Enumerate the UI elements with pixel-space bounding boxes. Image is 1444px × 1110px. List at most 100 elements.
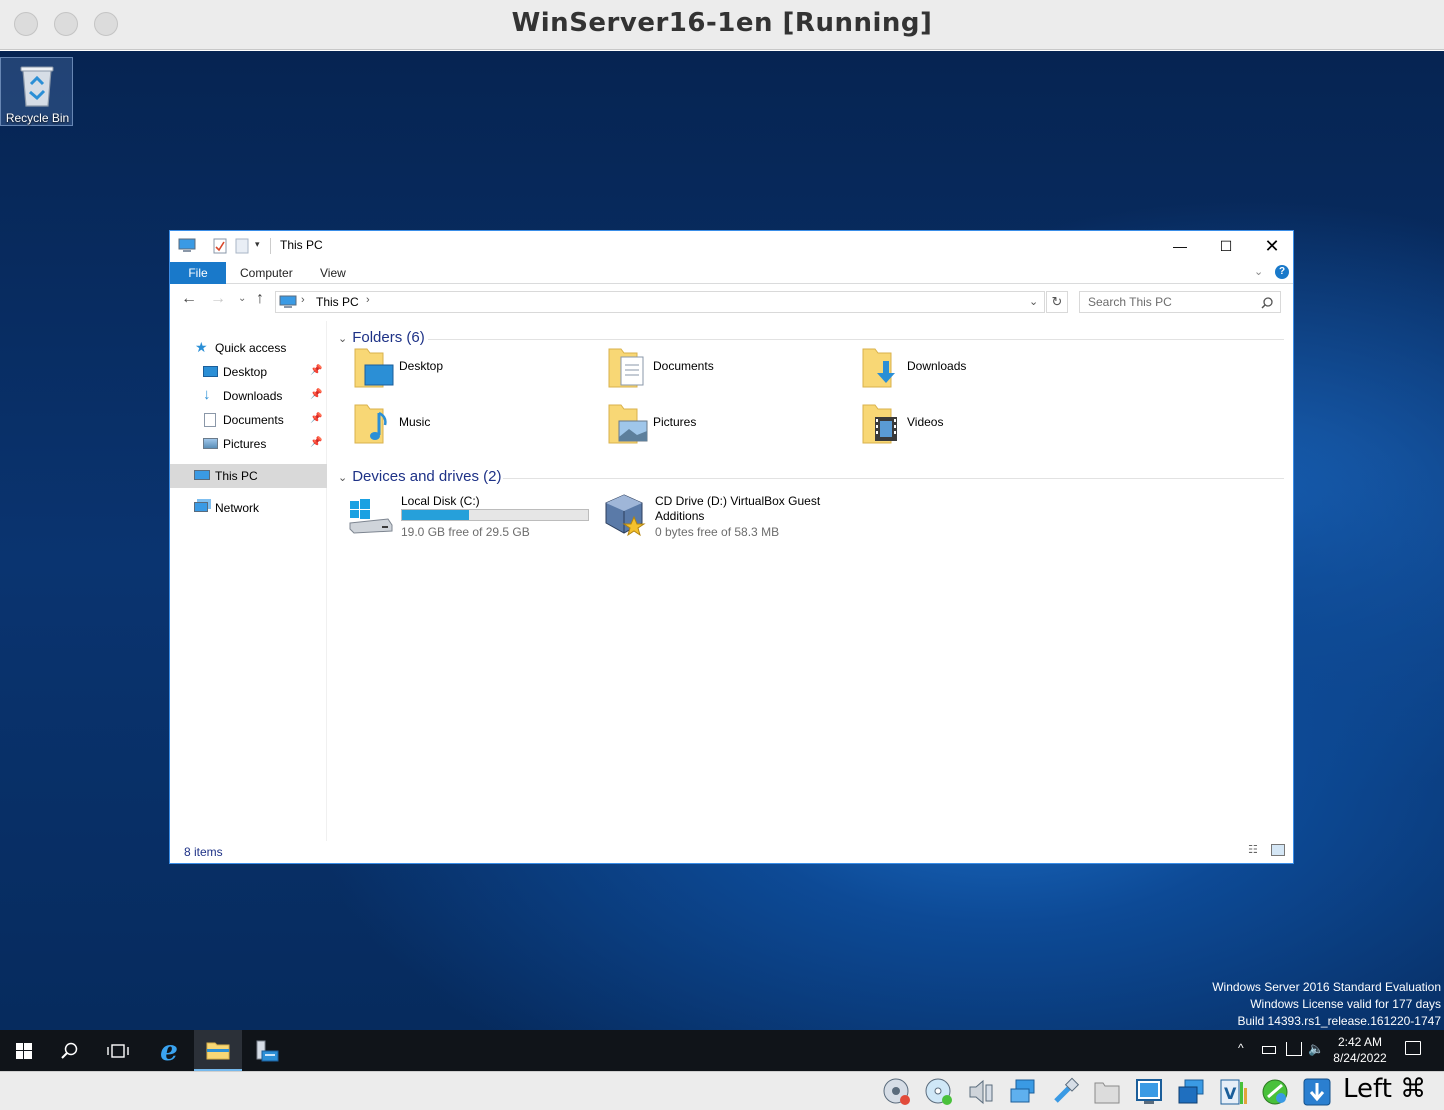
virtualbox-cd-icon [605,494,646,537]
folder-pictures[interactable]: Pictures [607,401,847,451]
expand-ribbon-chevron-icon[interactable]: ⌄ [1254,265,1263,278]
search-icon [61,1042,78,1059]
file-explorer-taskbar-button[interactable] [194,1030,242,1071]
downloads-folder-icon [862,348,895,388]
breadcrumb-separator-icon: › [301,294,305,306]
star-icon: ★ [195,339,208,355]
server-manager-button[interactable] [243,1030,291,1071]
audio-icon[interactable] [966,1077,996,1107]
hard-disk-activity-icon[interactable] [882,1077,912,1107]
folder-downloads[interactable]: Downloads [861,345,1101,395]
address-bar[interactable]: › This PC › ⌄ [275,291,1045,313]
watermark-build: Build 14393.rs1_release.161220-1747 [1237,1014,1442,1028]
show-hidden-icons-chevron-icon[interactable]: ^ [1238,1041,1244,1055]
new-folder-icon[interactable] [235,238,249,254]
customize-toolbar-chevron-icon[interactable]: ▾ [255,239,260,250]
internet-explorer-button[interactable]: e [145,1030,193,1071]
search-icon[interactable] [1261,297,1273,309]
folder-music[interactable]: Music [353,401,593,451]
keyboard-capture-icon[interactable] [1302,1077,1332,1107]
pictures-folder-icon [608,404,648,444]
host-window-title: WinServer16-1en [Running] [511,8,933,38]
collapse-chevron-icon: ⌄ [338,333,348,345]
shared-folders-icon[interactable] [1092,1077,1122,1107]
collapse-chevron-icon: ⌄ [338,472,348,484]
pin-icon[interactable]: 📌 [310,437,322,448]
pin-icon[interactable]: 📌 [310,365,322,376]
pin-icon[interactable]: 📌 [310,389,322,400]
minimize-button[interactable]: — [1157,231,1203,261]
maximize-button[interactable]: ☐ [1203,231,1249,261]
tab-file[interactable]: File [170,262,226,284]
tab-view[interactable]: View [320,262,346,284]
refresh-icon[interactable]: ↻ [1046,291,1068,313]
drive-usage-bar [401,509,589,521]
divider [503,478,1284,479]
mouse-integration-icon[interactable] [1260,1077,1290,1107]
search-input[interactable]: Search This PC [1079,291,1281,313]
folder-label: Videos [907,415,944,429]
help-icon[interactable]: ? [1275,265,1289,279]
forward-arrow-icon[interactable]: → [210,290,226,308]
pictures-icon [203,438,218,449]
action-center-icon[interactable] [1405,1041,1421,1055]
nav-this-pc[interactable]: This PC [170,464,327,488]
task-view-button[interactable] [94,1030,142,1071]
drive-local-disk-c[interactable]: Local Disk (C:) 19.0 GB free of 29.5 GB [348,491,598,541]
tab-computer[interactable]: Computer [240,262,293,284]
videos-folder-icon [862,404,897,444]
folder-desktop[interactable]: Desktop [353,345,593,395]
virtualbox-status-bar: V Left ⌘ [0,1071,1444,1110]
network-adapter-icon[interactable] [1008,1077,1038,1107]
drive-cd-d[interactable]: CD Drive (D:) VirtualBox Guest Additions… [602,491,852,541]
breadcrumb-this-pc[interactable]: This PC [316,295,359,309]
nav-label: Network [215,501,260,515]
drive-free-space: 19.0 GB free of 29.5 GB [401,525,530,539]
search-button[interactable] [46,1030,94,1071]
drive-name: CD Drive (D:) VirtualBox Guest [655,494,821,508]
details-view-icon[interactable]: ☷ [1248,843,1264,857]
folder-label: Music [399,415,431,429]
drive-name-continued: Additions [655,509,705,523]
display-icon[interactable] [1134,1077,1164,1107]
desktop-folder-icon [354,348,394,388]
nav-quick-access[interactable]: ★ Quick access [170,336,327,360]
nav-downloads[interactable]: ↓ Downloads 📌 [170,384,327,408]
nav-label: Pictures [223,437,267,451]
close-button[interactable]: ✕ [1249,231,1295,261]
file-explorer-icon [206,1042,230,1059]
address-dropdown-chevron-icon[interactable]: ⌄ [1029,295,1038,308]
clock[interactable]: 2:42 AM 8/24/2022 [1320,1034,1400,1066]
task-view-icon [107,1043,129,1058]
nav-pictures[interactable]: Pictures 📌 [170,432,327,456]
documents-folder-icon [608,348,644,388]
nav-desktop[interactable]: Desktop 📌 [170,360,327,384]
network-icon [194,502,208,512]
optical-drive-icon[interactable] [924,1077,954,1107]
drive-usage-fill [402,510,469,520]
recording-icon[interactable] [1176,1077,1206,1107]
battery-icon[interactable] [1262,1046,1276,1054]
start-button[interactable] [0,1030,48,1071]
properties-icon[interactable] [213,238,227,254]
pin-icon[interactable]: 📌 [310,413,322,424]
nav-network[interactable]: Network [170,496,327,520]
recycle-bin-shortcut[interactable]: Recycle Bin [0,57,73,126]
network-status-icon[interactable] [1286,1042,1302,1056]
folder-documents[interactable]: Documents [607,345,847,395]
back-arrow-icon[interactable]: ← [181,290,197,308]
drives-group-header[interactable]: ⌄ Devices and drives (2) [338,468,501,488]
recent-locations-chevron-icon[interactable]: ⌄ [238,293,246,304]
cpu-virtualization-icon[interactable]: V [1218,1077,1248,1107]
document-icon [204,413,216,427]
clock-date: 8/24/2022 [1333,1051,1387,1065]
watermark-edition: Windows Server 2016 Standard Evaluation [1212,980,1441,994]
usb-icon[interactable] [1050,1077,1080,1107]
address-row: ← → ⌄ ↑ › This PC › ⌄ ↻ Search This PC [170,286,1293,316]
nav-documents[interactable]: Documents 📌 [170,408,327,432]
large-icons-view-icon[interactable] [1271,844,1285,856]
up-arrow-icon[interactable]: ↑ [256,290,264,308]
host-key-indicator: Left ⌘ [1343,1074,1427,1104]
breadcrumb-separator-icon[interactable]: › [366,294,370,306]
folder-videos[interactable]: Videos [861,401,1101,451]
